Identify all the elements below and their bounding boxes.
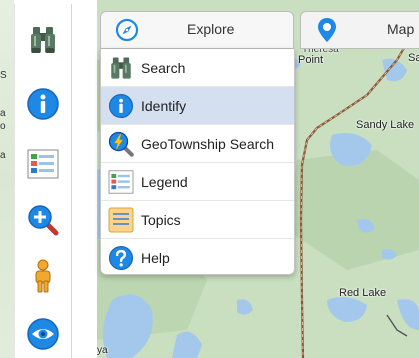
map-label-point: Point [298, 54, 324, 66]
menu-item-label: GeoTownship Search [141, 135, 275, 152]
topics-icon [106, 205, 136, 235]
binoculars-icon [106, 53, 136, 83]
tab-map-label: Map [387, 21, 415, 37]
menu-item-legend[interactable]: Legend [101, 163, 294, 201]
identify-tool-button[interactable] [23, 84, 63, 124]
map-label-sa: Sa [408, 52, 419, 64]
legend-tool-button[interactable] [23, 144, 63, 184]
binoculars-icon [31, 27, 55, 53]
eye-icon [27, 318, 59, 350]
explore-dropdown-menu: Search Identify GeoTownship Search Legen… [100, 49, 295, 275]
help-icon [106, 243, 136, 273]
menu-item-label: Legend [141, 173, 188, 190]
info-icon [27, 88, 59, 120]
menu-item-help[interactable]: Help [101, 239, 294, 274]
person-icon [35, 259, 51, 293]
compass-icon [115, 18, 139, 42]
menu-item-label: Identify [141, 97, 187, 114]
menu-item-label: Search [141, 59, 186, 76]
legend-icon [27, 149, 59, 179]
map-label: S [0, 70, 7, 81]
map-label-ya: ya [97, 345, 108, 356]
menu-item-label: Help [141, 250, 170, 266]
map-label-sandy-lake: Sandy Lake [356, 119, 415, 131]
menu-item-topics[interactable]: Topics [101, 201, 294, 239]
map-label: a [0, 150, 6, 161]
menu-item-geotownship-search[interactable]: GeoTownship Search [101, 125, 294, 163]
left-map-sliver: S a o a [0, 0, 14, 358]
menu-item-identify[interactable]: Identify [101, 87, 294, 125]
legend-icon [106, 167, 136, 197]
separator-gap [72, 0, 97, 358]
left-toolbar [14, 4, 72, 358]
location-pin-icon [315, 18, 339, 42]
map-label-red-lake: Red Lake [339, 287, 387, 299]
menu-item-label: Topics [141, 211, 181, 228]
binoculars-tool-button[interactable] [23, 20, 63, 60]
zoom-tool-button[interactable] [23, 200, 63, 240]
tab-explore[interactable]: Explore [100, 11, 294, 49]
menu-item-search[interactable]: Search [101, 49, 294, 87]
zoom-icon [28, 205, 59, 236]
tab-explore-label: Explore [187, 21, 235, 37]
info-icon [106, 91, 136, 121]
tab-map[interactable]: Map [300, 11, 419, 49]
map-label: a [0, 108, 6, 119]
geotownship-icon [106, 129, 136, 159]
map-label: o [0, 121, 6, 132]
street-view-tool-button[interactable] [23, 256, 63, 296]
visibility-tool-button[interactable] [23, 314, 63, 354]
